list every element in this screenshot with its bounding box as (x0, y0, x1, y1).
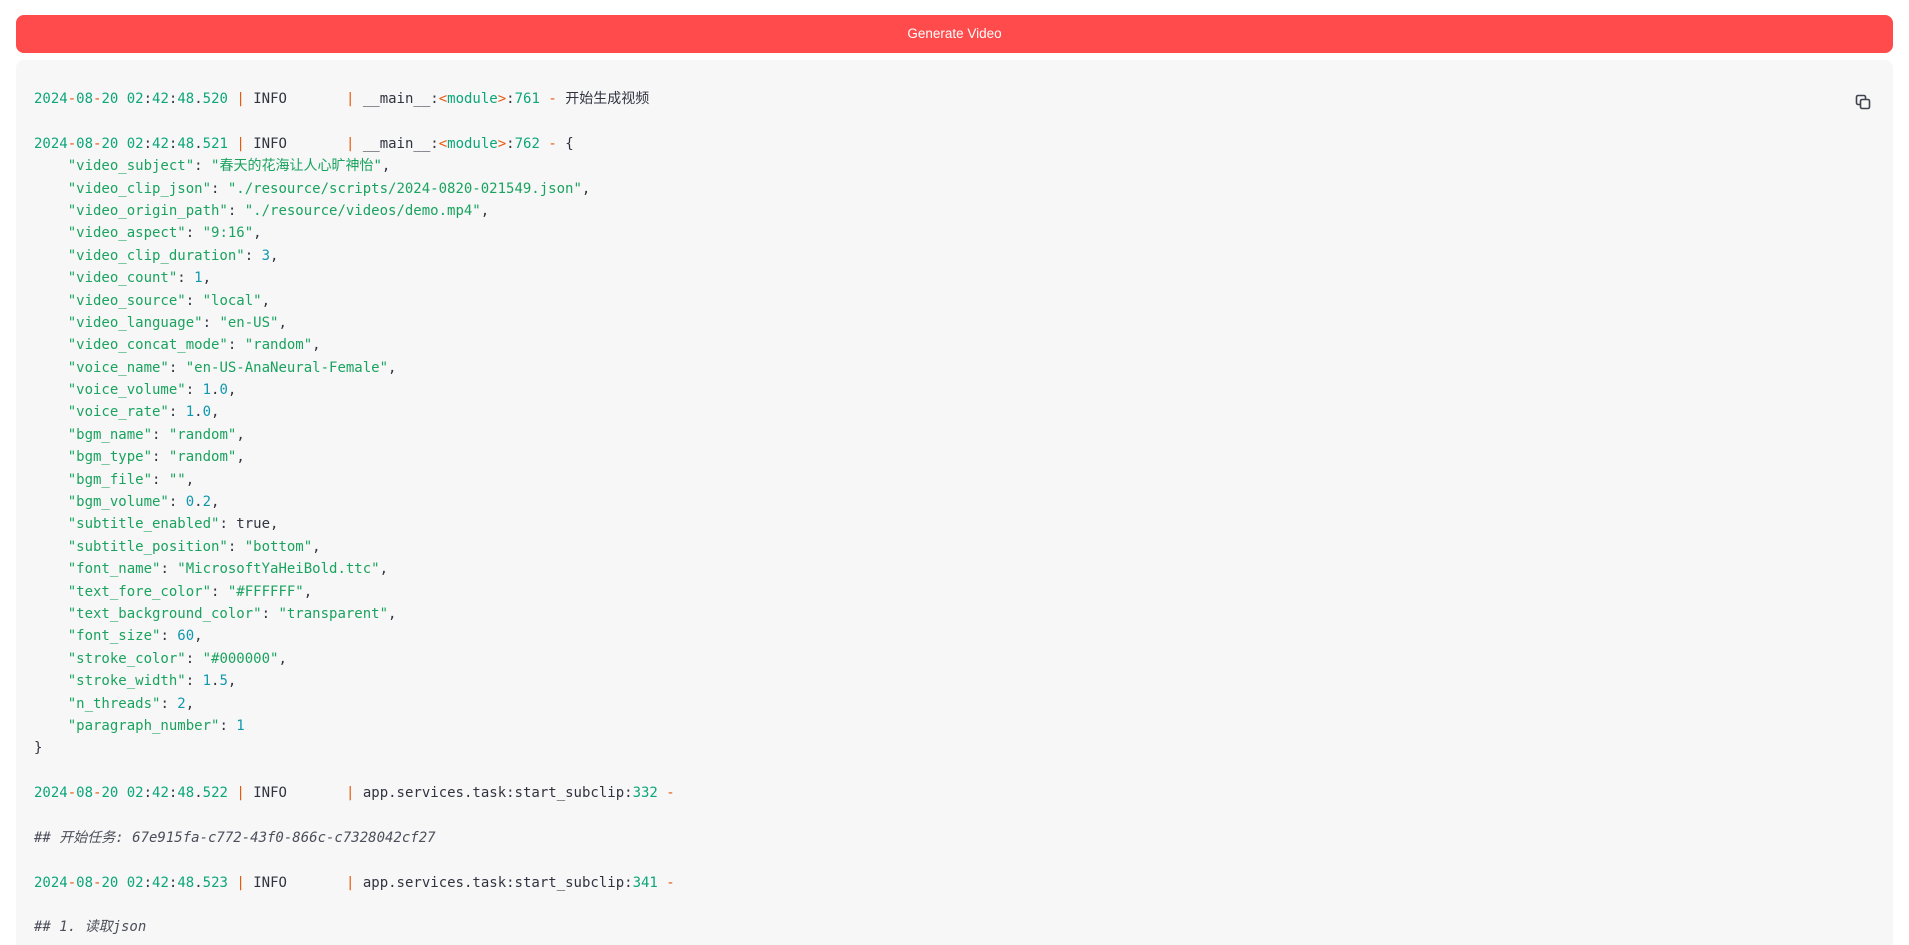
log-line: "voice_name": "en-US-AnaNeural-Female", (34, 357, 1873, 379)
log-line: "voice_volume": 1.0, (34, 379, 1873, 401)
log-line: "bgm_name": "random", (34, 424, 1873, 446)
log-line: ## 1. 读取json (34, 916, 1873, 938)
log-line: "bgm_file": "", (34, 469, 1873, 491)
log-line: "text_background_color": "transparent", (34, 603, 1873, 625)
log-line: "stroke_width": 1.5, (34, 670, 1873, 692)
log-line: } (34, 737, 1873, 759)
log-line (34, 760, 1873, 782)
log-line (34, 805, 1873, 827)
log-line: "text_fore_color": "#FFFFFF", (34, 581, 1873, 603)
log-line: "bgm_volume": 0.2, (34, 491, 1873, 513)
log-line: "video_language": "en-US", (34, 312, 1873, 334)
log-line: "video_aspect": "9:16", (34, 222, 1873, 244)
log-line: "font_size": 60, (34, 625, 1873, 647)
log-line (34, 849, 1873, 871)
log-line: "bgm_type": "random", (34, 446, 1873, 468)
log-line: 2024-08-20 02:42:48.523 | INFO | app.ser… (34, 872, 1873, 894)
log-line: ## 开始任务: 67e915fa-c772-43f0-866c-c732804… (34, 827, 1873, 849)
generate-video-button[interactable]: Generate Video (16, 15, 1893, 53)
log-line: 2024-08-20 02:42:48.520 | INFO | __main_… (34, 88, 1873, 110)
log-output-panel: 2024-08-20 02:42:48.520 | INFO | __main_… (16, 60, 1893, 945)
log-line: 2024-08-20 02:42:48.522 | INFO | app.ser… (34, 782, 1873, 804)
log-lines: 2024-08-20 02:42:48.520 | INFO | __main_… (34, 88, 1873, 939)
log-line (34, 110, 1873, 132)
log-line: "n_threads": 2, (34, 693, 1873, 715)
log-line: "video_subject": "春天的花海让人心旷神怡", (34, 155, 1873, 177)
app-root: Generate Video 2024-08-20 02:42:48.520 |… (0, 15, 1909, 945)
log-line: "video_source": "local", (34, 290, 1873, 312)
log-line (34, 894, 1873, 916)
log-line: "stroke_color": "#000000", (34, 648, 1873, 670)
log-line: "video_concat_mode": "random", (34, 334, 1873, 356)
copy-icon (1851, 93, 1875, 111)
log-line: "subtitle_enabled": true, (34, 513, 1873, 535)
log-line: "voice_rate": 1.0, (34, 401, 1873, 423)
log-line: "subtitle_position": "bottom", (34, 536, 1873, 558)
log-line: "video_clip_json": "./resource/scripts/2… (34, 178, 1873, 200)
log-line: "video_clip_duration": 3, (34, 245, 1873, 267)
log-line: 2024-08-20 02:42:48.521 | INFO | __main_… (34, 133, 1873, 155)
log-line: "video_origin_path": "./resource/videos/… (34, 200, 1873, 222)
log-line: "paragraph_number": 1 (34, 715, 1873, 737)
log-line: "font_name": "MicrosoftYaHeiBold.ttc", (34, 558, 1873, 580)
log-line: "video_count": 1, (34, 267, 1873, 289)
copy-button[interactable] (1851, 90, 1875, 114)
